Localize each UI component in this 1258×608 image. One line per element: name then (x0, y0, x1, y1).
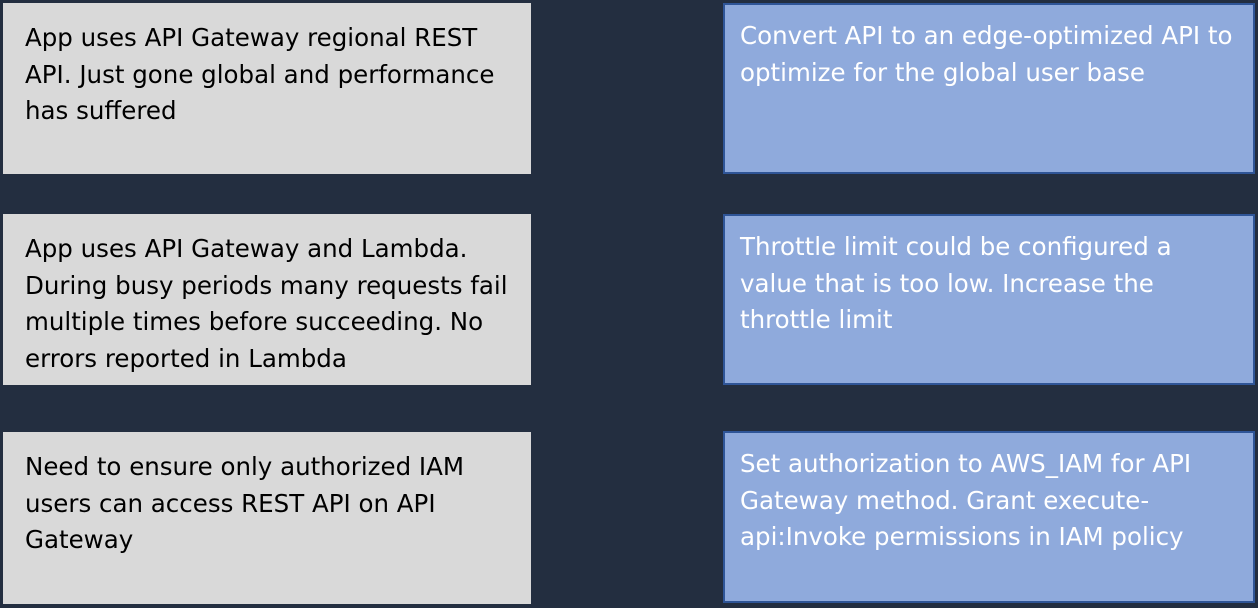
solution-text-1: Convert API to an edge-optimized API to … (740, 21, 1233, 87)
scenario-text-3: Need to ensure only authorized IAM users… (25, 452, 465, 554)
scenario-box-3: Need to ensure only authorized IAM users… (3, 432, 531, 604)
solution-box-2: Throttle limit could be configured a val… (723, 214, 1255, 385)
scenario-box-1: App uses API Gateway regional REST API. … (3, 3, 531, 174)
scenario-text-1: App uses API Gateway regional REST API. … (25, 23, 495, 125)
solution-box-3: Set authorization to AWS_IAM for API Gat… (723, 431, 1255, 603)
solution-text-2: Throttle limit could be configured a val… (740, 232, 1172, 334)
scenario-text-2: App uses API Gateway and Lambda. During … (25, 234, 508, 373)
scenario-box-2: App uses API Gateway and Lambda. During … (3, 214, 531, 385)
solution-text-3: Set authorization to AWS_IAM for API Gat… (740, 449, 1192, 551)
solution-box-1: Convert API to an edge-optimized API to … (723, 3, 1255, 174)
